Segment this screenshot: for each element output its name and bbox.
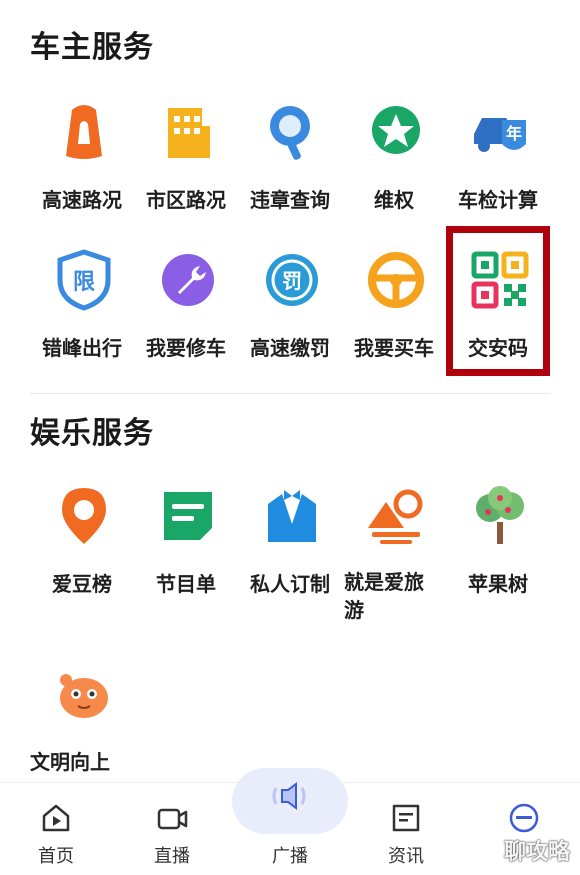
- grid-item-program-list[interactable]: 节目单: [134, 484, 238, 614]
- suit-icon: [260, 484, 324, 548]
- grid-item-label: 节目单: [156, 572, 216, 596]
- grid-item-highway-traffic[interactable]: 高速路况: [30, 100, 134, 230]
- grid-item-violation-query[interactable]: 违章查询: [238, 100, 342, 230]
- grid-item-label: 高速缴罚: [250, 336, 330, 360]
- magnifier-icon: [260, 100, 324, 164]
- grid-item-off-peak[interactable]: 限 错峰出行: [30, 248, 134, 378]
- grid-item-label: 我要修车: [146, 336, 226, 360]
- car-owner-section-title: 车主服务: [30, 30, 154, 65]
- tab-broadcast[interactable]: 广播: [240, 782, 340, 867]
- mascot-icon: [52, 662, 116, 726]
- grid-item-label: 市区路况: [146, 188, 226, 212]
- live-camera-icon: [156, 802, 188, 834]
- grid-item-label: 高速路况: [42, 188, 122, 212]
- tab-home[interactable]: 首页: [6, 796, 106, 867]
- steering-wheel-icon: [364, 248, 428, 312]
- tab-news[interactable]: 资讯: [356, 796, 456, 867]
- car-inspection-icon: 年: [468, 100, 532, 164]
- grid-item-private-custom[interactable]: 私人订制: [238, 484, 342, 614]
- grid-item-inspection-calc[interactable]: 年 车检计算: [446, 100, 550, 230]
- section-divider: [30, 393, 550, 394]
- grid-item-car-repair[interactable]: 我要修车: [134, 248, 238, 378]
- limit-shield-icon: 限: [52, 248, 116, 312]
- home-play-icon: [40, 802, 72, 834]
- grid-item-apple-tree[interactable]: 苹果树: [446, 484, 550, 614]
- news-icon: [390, 802, 422, 834]
- grid-item-label: 爱豆榜: [52, 572, 112, 596]
- grid-item-label: 文明向上: [30, 750, 110, 774]
- profile-icon: [508, 802, 540, 834]
- grid-item-buy-car[interactable]: 我要买车: [342, 248, 446, 378]
- grid-item-civilized-progress[interactable]: 文明向上: [30, 662, 134, 792]
- grid-item-love-travel[interactable]: 就是爱旅游: [342, 484, 446, 622]
- tab-label: 直播: [154, 846, 190, 867]
- grid-item-idol-chart[interactable]: 爱豆榜: [30, 484, 134, 614]
- watermark: 聊攻略: [503, 840, 570, 865]
- grid-item-highway-fine[interactable]: 罚 高速缴罚: [238, 248, 342, 378]
- grid-item-label: 私人订制: [250, 572, 330, 596]
- grid-item-label: 车检计算: [458, 188, 538, 212]
- grid-item-label: 我要买车: [354, 336, 434, 360]
- highlight-box: [446, 226, 550, 376]
- travel-mountain-icon: [364, 484, 428, 548]
- apple-tree-icon: [468, 484, 532, 548]
- svg-text:年: 年: [506, 124, 522, 143]
- svg-text:罚: 罚: [282, 269, 302, 293]
- grid-item-city-traffic[interactable]: 市区路况: [134, 100, 238, 230]
- tab-label: 广播: [272, 846, 308, 867]
- wrench-icon: [156, 248, 220, 312]
- star-badge-icon: [364, 100, 428, 164]
- grid-item-label: 就是爱旅游: [344, 570, 424, 622]
- location-pin-icon: [52, 484, 116, 548]
- tab-live[interactable]: 直播: [122, 796, 222, 867]
- program-list-icon: [156, 484, 220, 548]
- city-building-icon: [156, 100, 220, 164]
- grid-item-label: 错峰出行: [42, 336, 122, 360]
- grid-item-label: 苹果树: [468, 572, 528, 596]
- broadcast-speaker-icon: [270, 776, 310, 816]
- highway-icon: [52, 100, 116, 164]
- grid-item-label: 维权: [374, 188, 414, 212]
- entertainment-section-title: 娱乐服务: [30, 416, 154, 451]
- tab-label: 首页: [38, 846, 74, 867]
- svg-text:限: 限: [73, 270, 95, 295]
- grid-item-label: 违章查询: [250, 188, 330, 212]
- grid-item-rights[interactable]: 维权: [342, 100, 446, 230]
- tab-label: 资讯: [388, 846, 424, 867]
- fine-icon: 罚: [260, 248, 324, 312]
